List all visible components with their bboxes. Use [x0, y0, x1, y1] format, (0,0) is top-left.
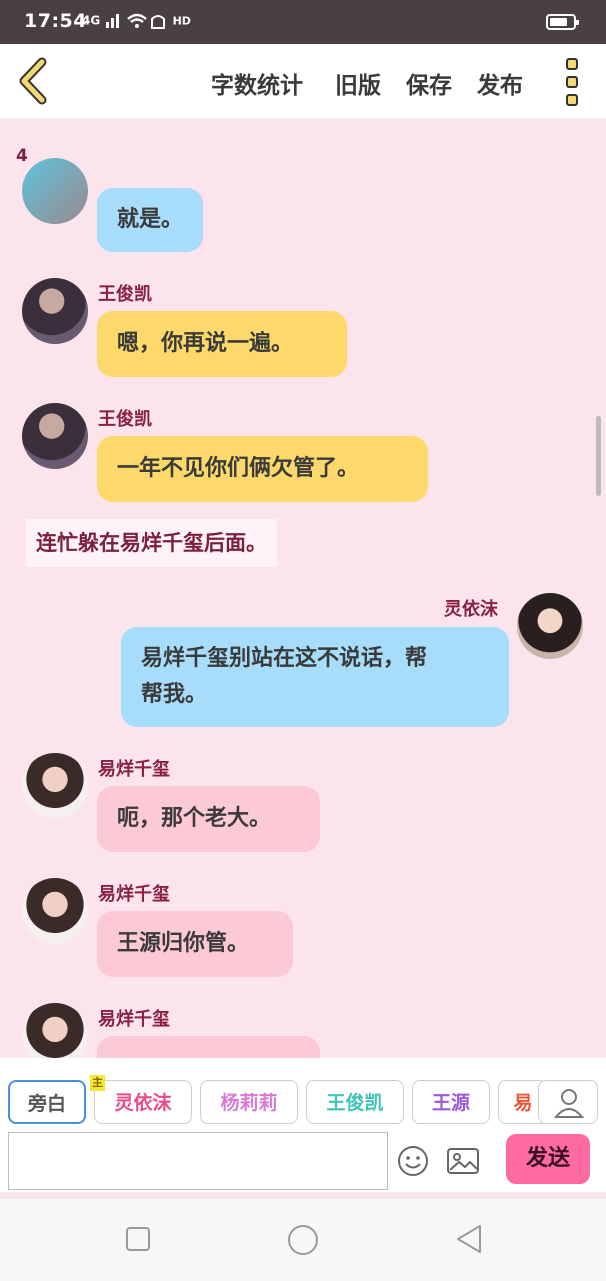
message-line: 帮我。	[141, 682, 208, 707]
speaker-name: 灵依沫	[444, 599, 498, 620]
message-bubble[interactable]: 王源归你管。	[97, 911, 293, 977]
count-marker: 4	[16, 146, 28, 166]
top-bar: 字数统计 旧版 保存 发布	[0, 44, 606, 119]
message-bubble[interactable]: 嗯，你再说一遍。	[97, 311, 347, 377]
character-name: 王源	[431, 1092, 470, 1114]
image-icon	[447, 1148, 479, 1174]
character-bar: 旁白 主 灵依沫 杨莉莉 王俊凯 王源 易	[0, 1058, 606, 1128]
speaker-name: 易烊千玺	[98, 884, 170, 905]
message-bubble[interactable]: 一年不见你们俩欠管了。	[97, 436, 428, 502]
character-chip[interactable]: 杨莉莉	[200, 1080, 298, 1124]
avatar[interactable]	[22, 753, 88, 819]
avatar[interactable]	[22, 403, 88, 469]
speaker-name: 易烊千玺	[98, 1009, 170, 1030]
word-count-button[interactable]: 字数统计	[211, 66, 303, 100]
character-chip[interactable]: 主 灵依沫	[90, 1075, 192, 1124]
narration-text[interactable]: 连忙躲在易烊千玺后面。	[26, 519, 277, 567]
smiley-icon	[398, 1146, 428, 1176]
avatar[interactable]	[22, 878, 88, 944]
publish-button[interactable]: 发布	[477, 66, 523, 100]
battery-icon	[546, 14, 579, 30]
signal-icon: 4G HD	[82, 12, 191, 30]
character-name: 灵依沫	[114, 1092, 172, 1114]
character-name: 杨莉莉	[220, 1092, 278, 1114]
save-button[interactable]: 保存	[406, 66, 452, 100]
message-input[interactable]	[8, 1132, 388, 1190]
speaker-name: 易烊千玺	[98, 759, 170, 780]
back-chevron-icon	[19, 57, 47, 105]
user-icon	[553, 1089, 585, 1118]
image-button[interactable]	[446, 1146, 480, 1176]
avatar[interactable]	[22, 278, 88, 344]
more-dot-icon	[566, 94, 578, 106]
network-type: 4G	[82, 13, 101, 28]
scrollbar[interactable]	[596, 416, 601, 496]
message-bubble[interactable]	[97, 1036, 320, 1058]
message-bubble[interactable]: 就是。	[97, 188, 204, 252]
more-menu-button[interactable]	[560, 54, 586, 110]
avatar[interactable]	[22, 158, 88, 224]
more-dot-icon	[566, 58, 578, 70]
more-dot-icon	[566, 76, 578, 88]
character-name: 王俊凯	[326, 1092, 384, 1114]
send-button[interactable]: 发送	[506, 1134, 590, 1184]
recent-apps-icon[interactable]	[124, 1225, 152, 1253]
input-row: 发送	[0, 1128, 606, 1192]
battery-level	[550, 18, 567, 26]
chat-area[interactable]: 4 就是。 王俊凯 嗯，你再说一遍。 王俊凯 一年不见你们俩欠管了。 连忙躲在易…	[0, 118, 606, 1058]
system-nav-bar	[0, 1198, 606, 1281]
host-badge: 主	[90, 1075, 105, 1091]
message-line: 易烊千玺别站在这不说话，帮	[141, 646, 428, 671]
home-icon[interactable]	[286, 1223, 320, 1257]
message-bubble[interactable]: 呃，那个老大。	[97, 786, 320, 852]
back-button[interactable]	[14, 54, 58, 108]
message-bubble[interactable]: 易烊千玺别站在这不说话，帮 帮我。	[121, 627, 509, 727]
old-version-button[interactable]: 旧版	[335, 66, 381, 100]
hd-label: HD	[172, 14, 191, 28]
status-time: 17:54	[24, 10, 87, 32]
manage-characters-button[interactable]	[538, 1080, 598, 1124]
character-chip[interactable]: 王源	[412, 1080, 490, 1124]
narrator-chip[interactable]: 旁白	[8, 1080, 86, 1124]
character-name: 易	[513, 1092, 533, 1114]
avatar[interactable]	[517, 593, 583, 659]
speaker-name: 王俊凯	[98, 284, 152, 305]
emoji-button[interactable]	[396, 1144, 430, 1178]
back-triangle-icon[interactable]	[454, 1223, 484, 1255]
status-bar: 17:54 4G HD	[0, 0, 606, 44]
character-chip[interactable]: 王俊凯	[306, 1080, 404, 1124]
avatar[interactable]	[22, 1003, 88, 1058]
speaker-name: 王俊凯	[98, 409, 152, 430]
wifi-icon	[106, 13, 166, 29]
